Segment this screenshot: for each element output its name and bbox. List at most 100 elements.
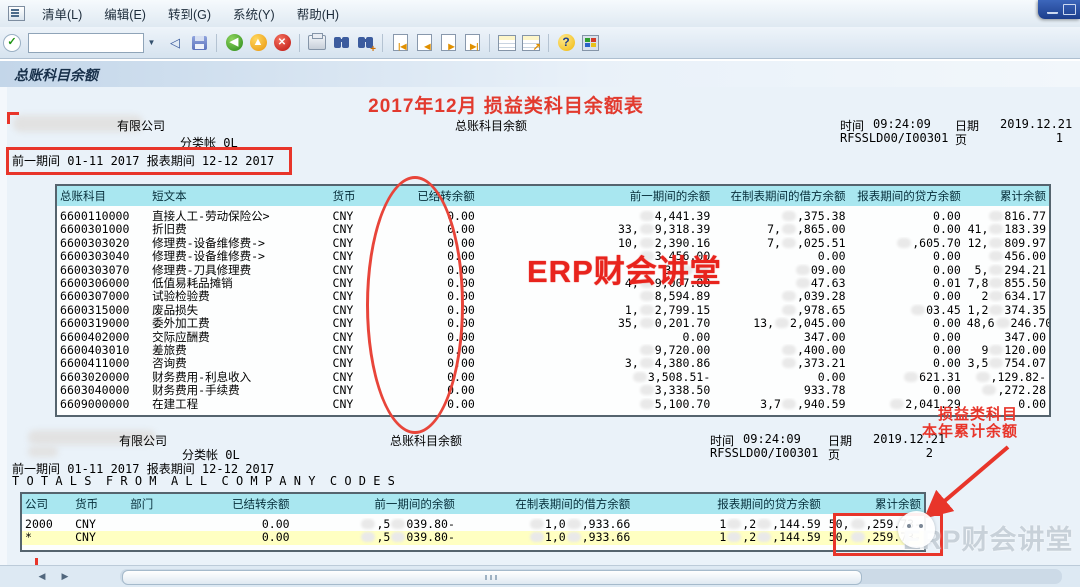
table-cell: 456.00 — [964, 250, 1049, 263]
table-row[interactable]: 6600315000废品损失CNY0.001,2,799.15,978.6503… — [57, 304, 1049, 317]
table-cell: 9120.00 — [964, 344, 1049, 357]
table-row[interactable]: 2000CNY0.00,5039.80-1,0,933.661,2,144.59… — [22, 516, 924, 531]
table-cell: ,039.28 — [713, 290, 848, 303]
time-value-2: 09:24:09 — [743, 432, 801, 446]
blur-patch — [782, 224, 796, 234]
enter-check-icon[interactable]: ✓ — [1, 32, 23, 54]
table-cell: 0.01 — [849, 277, 964, 290]
table-cell: ,5039.80- — [293, 516, 458, 531]
blur-patch — [640, 385, 654, 395]
check-icon: ✓ — [3, 34, 21, 52]
menu-goto[interactable]: 转到(G) — [157, 2, 222, 25]
table-cell: 621.31 — [849, 371, 964, 384]
table-row[interactable]: 6600402000交际应酬费CNY0.000.00347.000.00347.… — [57, 331, 1049, 344]
table-cell: 1,0,933.66 — [458, 531, 633, 544]
table-cell: 财务费用-利息收入 — [149, 371, 329, 384]
table-row[interactable]: 6600411000咨询费CNY0.003,4,380.86,373.210.0… — [57, 357, 1049, 370]
next-page-icon[interactable] — [437, 32, 459, 54]
table-row[interactable]: 6600301000折旧费CNY0.0033,9,318.397,,865.00… — [57, 223, 1049, 236]
table-cell: ,978.65 — [713, 304, 848, 317]
table-row[interactable]: 6609000000在建工程CNY0.005,100.703,7,940.592… — [57, 398, 1049, 411]
toolbar: ✓ ▼ ◁ ◀ ▲ ✕ ? — [0, 27, 1080, 59]
menu-help[interactable]: 帮助(H) — [286, 2, 350, 25]
table-row[interactable]: 6600403010差旅费CNY0.009,720.00,400.000.009… — [57, 344, 1049, 357]
table-row[interactable]: 6603040000财务费用-手续费CNY0.003,338.50933.780… — [57, 384, 1049, 397]
table-shortcut-icon[interactable] — [520, 32, 542, 54]
screen-menu-icon[interactable] — [8, 6, 25, 21]
binoculars-plus-icon — [358, 37, 365, 48]
table-cell: 03.45 — [849, 304, 964, 317]
table-cell: 8,594.89 — [478, 290, 713, 303]
table-cell: ,272.28 — [964, 384, 1049, 397]
table-row[interactable]: 6600319000委外加工费CNY0.0035,0,201.7013,2,04… — [57, 317, 1049, 330]
first-page-icon[interactable] — [389, 32, 411, 54]
table-cell: 0.00 — [849, 223, 964, 236]
annotation-banner: 2017年12月 损益类科目余额表 — [256, 91, 756, 118]
cancel-icon[interactable]: ✕ — [271, 32, 293, 54]
menu-system[interactable]: 系统(Y) — [222, 2, 286, 25]
table-cell: 交际应酬费 — [149, 331, 329, 344]
find-icon[interactable] — [330, 32, 352, 54]
table-cell: ,129.82- — [964, 371, 1049, 384]
horizontal-scrollbar: ◀ ▶ — [0, 565, 1080, 587]
blur-patch — [640, 291, 654, 301]
page-title: 总账科目余额 — [0, 65, 98, 85]
title-bar: 总账科目余额 — [0, 59, 1080, 89]
gl-balance-table-box: 总账科目短文本货币已结转余额前一期间的余额在制表期间的借方余额报表期间的贷方余额… — [55, 184, 1051, 417]
table-cell: 3,5754.07 — [964, 357, 1049, 370]
table-cell: 6600110000 — [57, 208, 149, 223]
table-view-icon[interactable] — [496, 32, 518, 54]
blur-patch — [530, 532, 544, 542]
table-cell: 0.00 — [849, 331, 964, 344]
menu-list[interactable]: 清单(L) — [31, 2, 93, 25]
blur-patch — [640, 305, 654, 315]
table-cell: 6600315000 — [57, 304, 149, 317]
table-cell: 0.00 — [187, 516, 292, 531]
table-cell: 委外加工费 — [149, 317, 329, 330]
minimize-button[interactable] — [1047, 5, 1058, 14]
table-cell: CNY — [330, 398, 382, 411]
table-row[interactable]: 6600110000直接人工-劳动保险公>CNY0.004,441.39,375… — [57, 208, 1049, 223]
table-cell: 试验检验费 — [149, 290, 329, 303]
table-cell: 0.00 — [187, 531, 292, 544]
blur-patch — [989, 358, 1003, 368]
table-cell: 1,2,144.59 — [633, 516, 823, 531]
blur-patch — [757, 532, 771, 542]
table-cell: 2634.17 — [964, 290, 1049, 303]
gl-balance-table: 总账科目短文本货币已结转余额前一期间的余额在制表期间的借方余额报表期间的贷方余额… — [57, 186, 1049, 411]
table-row[interactable]: *CNY0.00,5039.80-1,0,933.661,2,144.5950,… — [22, 531, 924, 544]
table-cell: 3,4,380.86 — [478, 357, 713, 370]
table-cell: 0.00 — [849, 384, 964, 397]
previous-page-icon[interactable] — [413, 32, 435, 54]
customize-layout-icon[interactable] — [579, 32, 601, 54]
print-icon[interactable] — [306, 32, 328, 54]
table-cell: 35,0,201.70 — [478, 317, 713, 330]
scrollbar-thumb[interactable] — [122, 570, 862, 585]
blur-patch — [391, 532, 405, 542]
scroll-right-icon[interactable]: ▶ — [56, 569, 74, 584]
table-cell: 5,100.70 — [478, 398, 713, 411]
menu-edit[interactable]: 编辑(E) — [93, 2, 157, 25]
maximize-button[interactable] — [1063, 4, 1076, 15]
scrollbar-track[interactable] — [120, 569, 1062, 584]
command-dropdown-icon[interactable]: ▼ — [144, 33, 159, 53]
help-icon[interactable]: ? — [555, 32, 577, 54]
table-cell: 0.00 — [713, 250, 848, 263]
command-field[interactable] — [28, 33, 144, 53]
enter-left-icon[interactable]: ◁ — [164, 32, 186, 54]
table-cell: ,375.38 — [713, 208, 848, 223]
table-cell: 7,8855.50 — [964, 277, 1049, 290]
table-cell: 9,720.00 — [478, 344, 713, 357]
scroll-left-icon[interactable]: ◀ — [33, 569, 51, 584]
find-next-icon[interactable] — [354, 32, 376, 54]
save-icon[interactable] — [188, 32, 210, 54]
table-row[interactable]: 6600307000试验检验费CNY0.008,594.89,039.280.0… — [57, 290, 1049, 303]
back-icon[interactable]: ◀ — [223, 32, 245, 54]
table-cell: 6600403010 — [57, 344, 149, 357]
table-cell: 6600411000 — [57, 357, 149, 370]
exit-icon[interactable]: ▲ — [247, 32, 269, 54]
last-page-icon[interactable] — [461, 32, 483, 54]
table-row[interactable]: 6603020000财务费用-利息收入CNY0.003,508.51-0.006… — [57, 371, 1049, 384]
question-icon: ? — [558, 34, 575, 51]
table-cell: CNY — [72, 531, 127, 544]
